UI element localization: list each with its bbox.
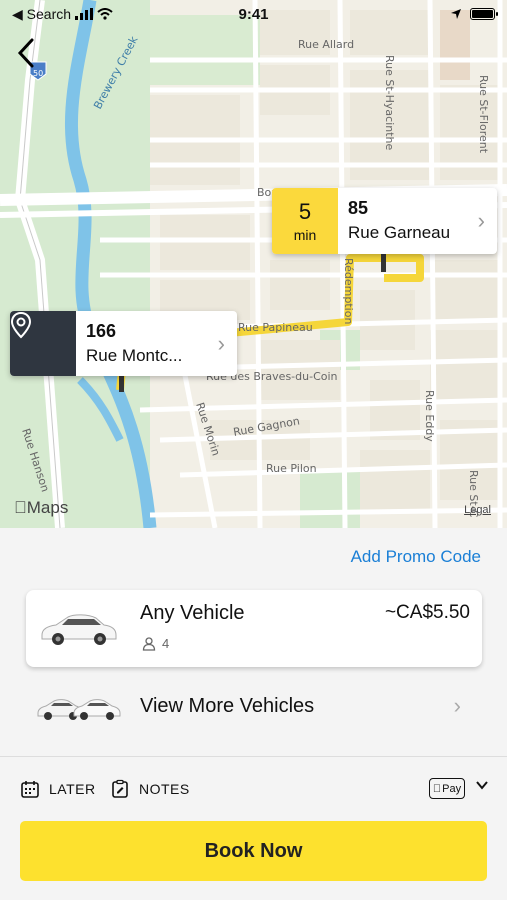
eta-value: 5 (298, 199, 312, 224)
booking-options-bar: LATER NOTES Pay (0, 757, 507, 819)
pickup-street: Rue Montc... (86, 346, 183, 365)
svg-text:50: 50 (33, 69, 43, 78)
battery-icon (470, 8, 498, 20)
legal-link[interactable]: Legal (464, 504, 491, 516)
pickup-badge (10, 311, 76, 376)
person-icon (142, 636, 156, 651)
wifi-icon (97, 8, 113, 20)
car-icon (41, 614, 117, 645)
back-arrow-icon[interactable] (12, 36, 42, 70)
eta-unit: min (293, 227, 317, 243)
status-back-search[interactable]: ◀ Search (12, 6, 113, 23)
cars-icon (37, 699, 121, 720)
eta-badge: 5 min (272, 188, 338, 254)
chevron-right-icon: › (477, 208, 485, 233)
status-bar: ◀ Search 9:41 (0, 0, 507, 28)
location-arrow-icon (451, 9, 461, 19)
svg-text:Rue St-Florent: Rue St-Florent (477, 75, 490, 154)
schedule-later-button[interactable]: LATER (20, 779, 96, 799)
vehicle-price: ~CA$5.50 (384, 602, 470, 623)
svg-text:Rédemption: Rédemption (342, 258, 355, 324)
destination-bubble[interactable]: 5 min 85 Rue Garneau › (272, 188, 497, 254)
view-more-vehicles-label: View More Vehicles (140, 695, 315, 717)
apple-maps-logo: Maps (14, 498, 68, 517)
signal-icon (75, 8, 94, 20)
map-canvas: Rue Allard Brewery Creek Rue St-Hyacinth… (0, 0, 507, 528)
pickup-number: 166 (86, 321, 117, 341)
svg-text:Rue Allard: Rue Allard (298, 38, 354, 51)
notes-icon (112, 779, 128, 798)
svg-text:Rue Papineau: Rue Papineau (238, 321, 313, 334)
vehicle-option-card[interactable]: Any Vehicle 4 ~CA$5.50 (26, 590, 482, 667)
chevron-down-icon[interactable] (475, 778, 489, 792)
add-promo-code-link[interactable]: Add Promo Code (351, 547, 481, 567)
pickup-bubble[interactable]: 166 Rue Montc... › (10, 311, 237, 376)
svg-text:Rue Pilon: Rue Pilon (266, 462, 317, 475)
svg-text:Rue Eddy: Rue Eddy (423, 390, 436, 442)
seat-count: 4 (162, 636, 170, 651)
view-more-vehicles-row[interactable]: View More Vehicles › (0, 673, 507, 739)
destination-street: Rue Garneau (348, 223, 451, 242)
status-time: 9:41 (238, 5, 269, 23)
chevron-right-icon: › (453, 693, 461, 718)
vehicle-name: Any Vehicle (140, 602, 245, 624)
apple-icon:  (433, 783, 441, 795)
calendar-icon (21, 781, 39, 798)
apple-icon:  (14, 498, 27, 517)
book-now-button[interactable]: Book Now (20, 821, 487, 881)
later-label: LATER (49, 781, 96, 797)
notes-button[interactable]: NOTES (110, 779, 190, 799)
svg-text:Rue St-Hyacinthe: Rue St-Hyacinthe (383, 55, 396, 151)
chevron-right-icon: › (217, 330, 225, 356)
booking-sheet: Add Promo Code Any Vehicle 4 ~CA$5.50 Vi… (0, 528, 507, 900)
apple-pay-selector[interactable]: Pay (429, 778, 465, 799)
map-view[interactable]: Rue Allard Brewery Creek Rue St-Hyacinth… (0, 0, 507, 528)
notes-label: NOTES (139, 781, 190, 797)
seat-capacity: 4 (142, 636, 169, 651)
location-pin-icon (10, 311, 32, 339)
destination-number: 85 (348, 198, 369, 218)
